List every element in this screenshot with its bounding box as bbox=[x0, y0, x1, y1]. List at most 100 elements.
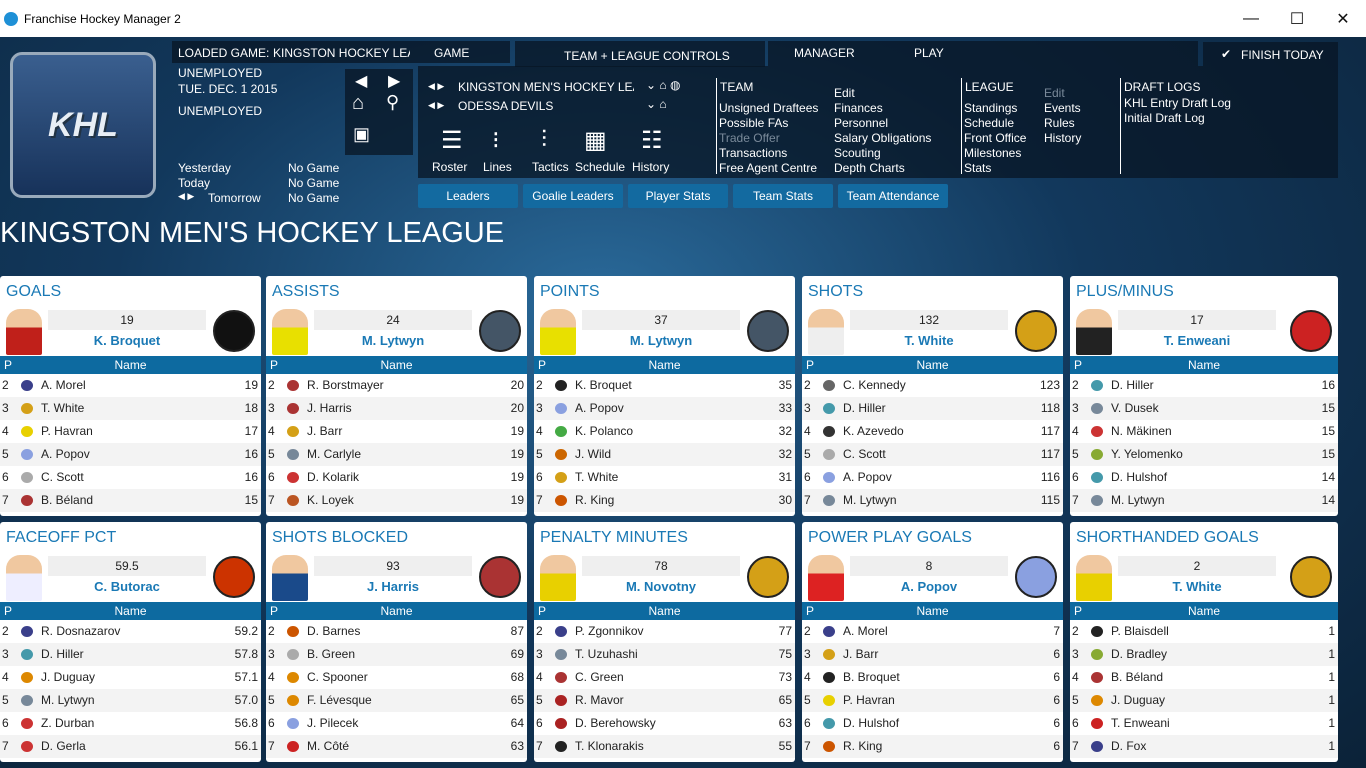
leader-name[interactable]: T. White bbox=[1118, 579, 1276, 594]
player-name[interactable]: D. Hiller bbox=[41, 643, 84, 666]
player-name[interactable]: A. Popov bbox=[843, 466, 892, 489]
leader-name[interactable]: T. Enweani bbox=[1118, 333, 1276, 348]
player-name[interactable]: D. Berehowsky bbox=[575, 712, 656, 735]
table-row[interactable]: 2 P. Blaisdell 1 bbox=[1070, 620, 1338, 643]
draft-menu-item[interactable]: KHL Entry Draft Log bbox=[1124, 96, 1231, 110]
table-row[interactable]: 6 Z. Durban 56.8 bbox=[0, 712, 261, 735]
player-name[interactable]: P. Havran bbox=[843, 689, 895, 712]
table-row[interactable]: 4 K. Polanco 32 bbox=[534, 420, 795, 443]
player-name[interactable]: M. Lytwyn bbox=[1111, 489, 1165, 512]
player-name[interactable]: P. Havran bbox=[41, 420, 93, 443]
table-row[interactable]: 6 D. Berehowsky 63 bbox=[534, 712, 795, 735]
league-menu-item[interactable]: Stats bbox=[964, 161, 991, 175]
table-row[interactable]: 2 D. Hiller 16 bbox=[1070, 374, 1338, 397]
table-row[interactable]: 5 M. Lytwyn 57.0 bbox=[0, 689, 261, 712]
table-row[interactable]: 5 F. Lévesque 65 bbox=[266, 689, 527, 712]
player-name[interactable]: B. Béland bbox=[1111, 666, 1163, 689]
player-name[interactable]: M. Carlyle bbox=[307, 443, 361, 466]
player-name[interactable]: J. Wild bbox=[575, 443, 611, 466]
league-menu-item[interactable]: Standings bbox=[964, 101, 1017, 115]
player-name[interactable]: R. Dosnazarov bbox=[41, 620, 120, 643]
player-name[interactable]: R. King bbox=[575, 489, 614, 512]
subtab-button[interactable]: Goalie Leaders bbox=[523, 184, 623, 208]
home-icon[interactable]: ⌂ bbox=[352, 92, 364, 115]
team-menu-item[interactable]: Possible FAs bbox=[719, 116, 788, 130]
table-row[interactable]: 4 B. Béland 1 bbox=[1070, 666, 1338, 689]
player-name[interactable]: B. Green bbox=[307, 643, 355, 666]
player-name[interactable]: P. Blaisdell bbox=[1111, 620, 1169, 643]
table-row[interactable]: 2 A. Morel 19 bbox=[0, 374, 261, 397]
team-icons[interactable]: ⌄ ⌂ bbox=[646, 97, 667, 111]
team-nav-arrows[interactable]: ◀ ▶ bbox=[428, 100, 444, 111]
table-row[interactable]: 6 D. Hulshof 6 bbox=[802, 712, 1063, 735]
table-row[interactable]: 2 D. Barnes 87 bbox=[266, 620, 527, 643]
table-row[interactable]: 3 J. Barr 6 bbox=[802, 643, 1063, 666]
leader-name[interactable]: C. Butorac bbox=[48, 579, 206, 594]
player-name[interactable]: C. Kennedy bbox=[843, 374, 906, 397]
player-name[interactable]: K. Azevedo bbox=[843, 420, 904, 443]
inbox-icon[interactable]: ▣ bbox=[353, 124, 370, 145]
header-name[interactable]: Name bbox=[534, 358, 795, 372]
player-name[interactable]: M. Lytwyn bbox=[843, 489, 897, 512]
table-row[interactable]: 2 P. Zgonnikov 77 bbox=[534, 620, 795, 643]
table-row[interactable]: 4 P. Havran 17 bbox=[0, 420, 261, 443]
league-menu-item[interactable]: Rules bbox=[1044, 116, 1075, 130]
table-row[interactable]: 5 J. Duguay 1 bbox=[1070, 689, 1338, 712]
table-row[interactable]: 4 B. Broquet 6 bbox=[802, 666, 1063, 689]
leader-name[interactable]: M. Novotny bbox=[582, 579, 740, 594]
table-row[interactable]: 7 R. King 30 bbox=[534, 489, 795, 512]
league-menu-item[interactable]: Edit bbox=[1044, 86, 1065, 100]
table-row[interactable]: 3 A. Popov 33 bbox=[534, 397, 795, 420]
player-name[interactable]: K. Loyek bbox=[307, 489, 354, 512]
player-name[interactable]: D. Hiller bbox=[843, 397, 886, 420]
player-name[interactable]: C. Scott bbox=[843, 443, 886, 466]
table-row[interactable]: 4 K. Azevedo 117 bbox=[802, 420, 1063, 443]
table-row[interactable]: 3 T. Uzuhashi 75 bbox=[534, 643, 795, 666]
league-menu-item[interactable]: Schedule bbox=[964, 116, 1014, 130]
player-name[interactable]: K. Polanco bbox=[575, 420, 633, 443]
table-row[interactable]: 4 J. Barr 19 bbox=[266, 420, 527, 443]
team-menu-item[interactable]: Finances bbox=[834, 101, 883, 115]
player-name[interactable]: N. Mäkinen bbox=[1111, 420, 1172, 443]
team-menu-item[interactable]: Transactions bbox=[719, 146, 787, 160]
league-nav-arrows[interactable]: ◀ ▶ bbox=[428, 81, 444, 92]
table-row[interactable]: 7 M. Lytwyn 14 bbox=[1070, 489, 1338, 512]
table-row[interactable]: 3 D. Bradley 1 bbox=[1070, 643, 1338, 666]
player-name[interactable]: Z. Durban bbox=[41, 712, 94, 735]
league-icons[interactable]: ⌄ ⌂ ◍ bbox=[646, 78, 680, 92]
player-name[interactable]: T. Klonarakis bbox=[575, 735, 644, 758]
player-name[interactable]: D. Hulshof bbox=[1111, 466, 1167, 489]
league-selector[interactable]: KINGSTON MEN'S HOCKEY LEA bbox=[458, 80, 634, 94]
team-menu-item[interactable]: Unsigned Draftees bbox=[719, 101, 818, 115]
header-name[interactable]: Name bbox=[0, 358, 261, 372]
player-name[interactable]: R. King bbox=[843, 735, 882, 758]
player-name[interactable]: M. Côté bbox=[307, 735, 349, 758]
player-name[interactable]: J. Duguay bbox=[1111, 689, 1165, 712]
player-name[interactable]: J. Barr bbox=[843, 643, 878, 666]
player-name[interactable]: D. Bradley bbox=[1111, 643, 1167, 666]
table-row[interactable]: 4 C. Green 73 bbox=[534, 666, 795, 689]
team-menu-item[interactable]: Depth Charts bbox=[834, 161, 905, 175]
table-row[interactable]: 5 C. Scott 117 bbox=[802, 443, 1063, 466]
player-name[interactable]: T. White bbox=[41, 397, 84, 420]
header-name[interactable]: Name bbox=[1070, 604, 1338, 618]
player-name[interactable]: T. Enweani bbox=[1111, 712, 1170, 735]
table-row[interactable]: 3 T. White 18 bbox=[0, 397, 261, 420]
team-menu-item[interactable]: Edit bbox=[834, 86, 855, 100]
table-row[interactable]: 2 R. Borstmayer 20 bbox=[266, 374, 527, 397]
header-name[interactable]: Name bbox=[0, 604, 261, 618]
header-name[interactable]: Name bbox=[802, 358, 1063, 372]
table-row[interactable]: 7 M. Lytwyn 115 bbox=[802, 489, 1063, 512]
leader-name[interactable]: K. Broquet bbox=[48, 333, 206, 348]
tab-manager[interactable]: MANAGER bbox=[794, 46, 855, 60]
player-name[interactable]: M. Lytwyn bbox=[41, 689, 95, 712]
subtab-button[interactable]: Leaders bbox=[418, 184, 518, 208]
header-name[interactable]: Name bbox=[1070, 358, 1338, 372]
table-row[interactable]: 7 D. Fox 1 bbox=[1070, 735, 1338, 758]
search-icon[interactable]: ⚲ bbox=[386, 92, 399, 113]
table-row[interactable]: 6 A. Popov 116 bbox=[802, 466, 1063, 489]
player-name[interactable]: C. Spooner bbox=[307, 666, 368, 689]
league-menu-item[interactable]: Front Office bbox=[964, 131, 1026, 145]
player-name[interactable]: D. Hiller bbox=[1111, 374, 1154, 397]
league-menu-item[interactable]: History bbox=[1044, 131, 1081, 145]
